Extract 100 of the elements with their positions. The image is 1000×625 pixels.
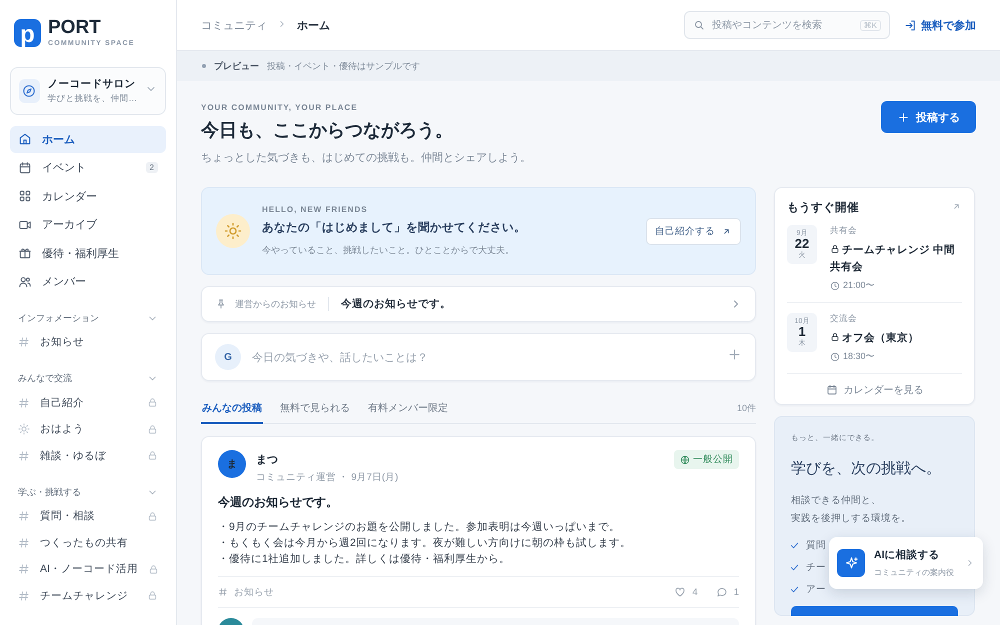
nav-item[interactable]: カレンダー [10, 183, 166, 210]
comment-count: 1 [734, 586, 739, 598]
calendar-link[interactable]: カレンダーを見る [787, 384, 962, 404]
feed-tab[interactable]: 無料で見られる [279, 394, 351, 424]
join-link[interactable]: 無料で参加 [904, 18, 976, 32]
preview-text: 投稿・イベント・優待はサンプルです [267, 60, 420, 72]
comment-icon [716, 586, 728, 598]
calendar-icon [826, 384, 838, 396]
clock-icon [830, 280, 840, 290]
shortcut-hint: ⌘K [860, 20, 881, 30]
pin-icon [215, 298, 227, 310]
promo-text: 実践を後押しする環境を。 [791, 512, 912, 526]
sun-glyph [224, 222, 242, 240]
channel-item[interactable]: つくったもの共有 [10, 530, 166, 556]
avatar: G [215, 344, 241, 370]
globe-icon [680, 454, 690, 464]
notice-text: 今週のお知らせです。 [341, 297, 452, 311]
users-icon [18, 274, 32, 289]
sparkle-glyph [844, 556, 858, 570]
check-icon [789, 562, 800, 573]
notice-label: 運営からのお知らせ [235, 298, 316, 310]
nav-item[interactable]: アーカイブ [10, 212, 166, 238]
event-time: 21:00〜 [830, 279, 962, 292]
event-title[interactable]: チームチャレンジ 中間共有会 [830, 242, 962, 276]
welcome-text: 今やっていること、挑戦したいこと。ひとことからで大丈夫。 [262, 244, 515, 257]
community-name: ノーコードサロン [48, 77, 136, 91]
like-count: 4 [692, 586, 698, 598]
composer[interactable]: G 今日の気づきや、話したいことは？ [201, 333, 756, 381]
channel-item[interactable]: おはよう [10, 416, 166, 442]
feed-tab[interactable]: みんなの投稿 [201, 394, 263, 424]
author-role: コミュニティ運営 [256, 472, 336, 483]
nav-item[interactable]: ホーム [10, 126, 166, 152]
section-title: 学ぶ・挑戦する [18, 486, 82, 498]
nav-item[interactable]: イベント 2 [10, 154, 166, 181]
hash-icon [218, 587, 228, 597]
channel-item[interactable]: AI・ノーコード活用 [10, 556, 166, 582]
hash-icon [18, 396, 30, 409]
ai-assistant-button[interactable]: AIに相談する コミュニティの案内役 [829, 537, 983, 589]
avatar: ま [218, 450, 246, 478]
compass-icon [22, 84, 36, 98]
feature-item: チー [806, 561, 826, 574]
breadcrumb[interactable]: コミュニティ [201, 18, 267, 32]
feature-item: アー [806, 583, 826, 596]
section-title: インフォメーション [18, 312, 100, 324]
eyebrow: HELLO, NEW FRIENDS [262, 205, 369, 214]
post-button[interactable]: 投稿する [881, 101, 976, 133]
card-title: もうすぐ開催 [787, 200, 860, 215]
post-title: 今週のお知らせです。 [218, 494, 339, 511]
introduce-button[interactable]: 自己紹介する [646, 218, 741, 244]
count-badge: 2 [146, 162, 158, 174]
nav-item[interactable]: メンバー [10, 268, 166, 295]
community-switcher[interactable]: ノーコードサロン 学びと挑戦を、仲間… [10, 67, 166, 115]
channel-item[interactable]: お知らせ [10, 329, 166, 356]
separator: ・ [338, 472, 349, 483]
channel-item[interactable]: 質問・相談 [10, 503, 166, 530]
hash-icon [18, 536, 30, 549]
welcome-title: あなたの「はじめまして」を聞かせてください。 [262, 220, 526, 235]
feature-item: 質問 [806, 539, 826, 552]
page-subtitle: ちょっとした気づきも、はじめての挑戦も。仲間とシェアしよう。 [201, 151, 531, 165]
feed-tab[interactable]: 有料メンバー限定 [367, 394, 449, 424]
home-icon [18, 132, 32, 146]
page-title: 今日も、ここからつながろう。 [201, 119, 454, 142]
logo-name: PORT [48, 18, 102, 37]
post-count: 10件 [736, 402, 756, 415]
clock-icon [830, 352, 840, 362]
post-text: ・9月のチームチャレンジのお題を公開しました。参加表明は今週いっぱいまで。 [218, 520, 621, 535]
hash-icon [18, 336, 30, 348]
gift-icon [18, 246, 32, 260]
notice-bar[interactable]: 運営からのお知らせ 今週のお知らせです。 [201, 286, 756, 322]
visibility-badge: 一般公開 [674, 450, 739, 469]
eyebrow: YOUR COMMUNITY, YOUR PLACE [201, 103, 359, 112]
promo-title: 学びを、次の挑戦へ。 [791, 459, 942, 478]
community-description: 学びと挑戦を、仲間… [48, 93, 137, 105]
calendar-icon [18, 160, 32, 175]
post-text: ・もくもく会は今月から週2回になります。夜が難しい方向けに朝の枠も試します。 [218, 536, 632, 551]
sign-in-icon [904, 18, 917, 32]
status-dot [202, 64, 206, 68]
composer-placeholder: 今日の気づきや、話したいことは？ [252, 350, 429, 364]
sun-icon [18, 423, 30, 436]
search-icon [693, 19, 705, 31]
promo-text: 相談できる仲間と、 [791, 494, 882, 508]
plus-icon [727, 347, 742, 362]
event-category: 交流会 [830, 313, 858, 325]
heart-icon [674, 586, 686, 598]
breadcrumb[interactable]: ホーム [297, 18, 330, 32]
hash-icon [18, 590, 30, 602]
hash-icon [18, 510, 30, 522]
check-icon [789, 540, 800, 551]
event-time: 18:30〜 [830, 350, 919, 363]
logo-mark: p [14, 18, 41, 46]
channel-item[interactable]: 雑談・ゆるぼ [10, 442, 166, 469]
hash-icon [18, 563, 30, 576]
grid-icon [18, 189, 32, 204]
hash-icon [18, 450, 30, 462]
post-date: 9月7日(月) [351, 472, 398, 483]
section-title: みんなで交流 [18, 372, 73, 385]
nav-item[interactable]: 優待・福利厚生 [10, 240, 166, 266]
channel-item[interactable]: 自己紹介 [10, 390, 166, 416]
channel-item[interactable]: チームチャレンジ [10, 582, 166, 609]
event-title[interactable]: オフ会（東京） [830, 330, 919, 347]
